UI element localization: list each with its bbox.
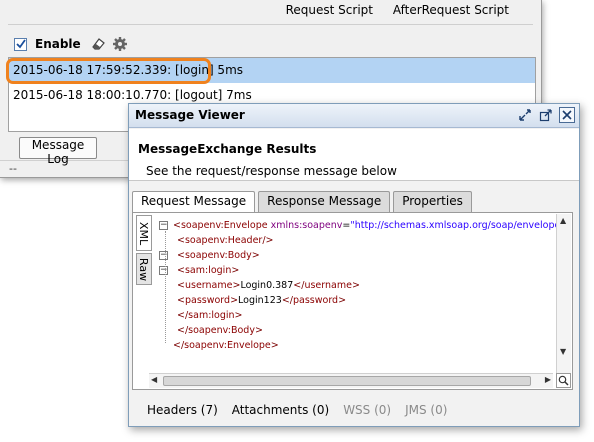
message-detail-tabs: Headers (7) Attachments (0) WSS (0) JMS (0) bbox=[147, 403, 461, 417]
close-icon[interactable] bbox=[559, 107, 575, 123]
script-tabs: Request Script AfterRequest Script bbox=[270, 3, 509, 17]
detail-tab: WSS (0) bbox=[343, 403, 392, 417]
header-title: MessageExchange Results bbox=[138, 142, 317, 156]
fold-toggle-icon[interactable]: − bbox=[159, 221, 168, 230]
header-subtitle: See the request/response message below bbox=[146, 164, 397, 178]
detail-tab: JMS (0) bbox=[405, 403, 448, 417]
maximize-icon[interactable] bbox=[538, 107, 554, 123]
scrollbar-thumb[interactable] bbox=[163, 376, 531, 386]
restore-icon[interactable] bbox=[517, 107, 533, 123]
enable-checkbox[interactable] bbox=[14, 37, 27, 51]
viewer-header: MessageExchange Results See the request/… bbox=[129, 129, 579, 181]
xml-line: </soapenv:Envelope> bbox=[173, 340, 279, 351]
log-toolbar: Enable bbox=[14, 34, 133, 54]
gear-icon[interactable] bbox=[111, 35, 129, 53]
xml-line: <username>Login0.387</username> bbox=[177, 280, 360, 291]
xml-editor[interactable]: XML Raw − − − <soapenv:Envelope xmlns:soap… bbox=[132, 212, 573, 390]
xml-line: <sam:login> bbox=[177, 265, 240, 276]
message-log-button[interactable]: Message Log bbox=[19, 137, 97, 166]
check-icon bbox=[15, 39, 26, 49]
scroll-left-icon[interactable]: ◀ bbox=[151, 375, 157, 384]
detail-tab[interactable]: Headers (7) bbox=[147, 403, 218, 417]
tab-xml[interactable]: XML bbox=[136, 215, 152, 251]
scroll-right-icon[interactable]: ▶ bbox=[545, 375, 551, 384]
fold-guide bbox=[165, 231, 166, 343]
status-text: -- bbox=[9, 162, 17, 175]
enable-label: Enable bbox=[35, 37, 81, 51]
tab-request-message[interactable]: Request Message bbox=[132, 191, 256, 213]
scroll-up-icon[interactable]: ▲ bbox=[560, 216, 566, 225]
fold-toggle-icon[interactable]: − bbox=[159, 266, 168, 275]
divider bbox=[8, 24, 533, 25]
window-controls bbox=[512, 107, 575, 123]
tab-raw[interactable]: Raw bbox=[136, 253, 152, 285]
tab-raw-label: Raw bbox=[137, 257, 151, 281]
xml-code-area[interactable]: − − − <soapenv:Envelope xmlns:soapenv="htt… bbox=[157, 216, 563, 373]
message-tabs: Request Message Response Message Propert… bbox=[132, 191, 475, 213]
tab-request-script[interactable]: Request Script bbox=[286, 3, 373, 17]
tab-properties[interactable]: Properties bbox=[393, 191, 472, 212]
fold-toggle-icon[interactable]: − bbox=[159, 251, 168, 260]
xml-line: <soapenv:Envelope xmlns:soapenv="http://… bbox=[173, 220, 561, 231]
selection-highlight-ring bbox=[6, 58, 211, 84]
xml-line: </soapenv:Body> bbox=[177, 325, 263, 336]
horizontal-scrollbar[interactable]: ◀ ▶ bbox=[149, 373, 553, 388]
tab-response-message[interactable]: Response Message bbox=[258, 191, 391, 212]
xml-line: <soapenv:Header/> bbox=[177, 235, 274, 246]
magnifier-icon[interactable] bbox=[556, 373, 571, 388]
message-viewer-window: Message Viewer MessageExchange Results S… bbox=[128, 103, 580, 427]
scroll-down-icon[interactable]: ▼ bbox=[560, 347, 566, 356]
vertical-scrollbar[interactable]: ▲ ▼ bbox=[556, 214, 571, 374]
tab-xml-label: XML bbox=[137, 221, 151, 245]
window-title: Message Viewer bbox=[135, 108, 245, 122]
tab-afterrequest-script[interactable]: AfterRequest Script bbox=[393, 3, 509, 17]
eraser-icon[interactable] bbox=[89, 35, 107, 53]
window-titlebar[interactable]: Message Viewer bbox=[129, 104, 579, 128]
detail-tab[interactable]: Attachments (0) bbox=[232, 403, 329, 417]
view-mode-tabs: XML Raw bbox=[136, 215, 154, 287]
xml-line: <password>Login123</password> bbox=[177, 295, 347, 306]
xml-line: <soapenv:Body> bbox=[177, 250, 260, 261]
xml-line: </sam:login> bbox=[177, 310, 243, 321]
